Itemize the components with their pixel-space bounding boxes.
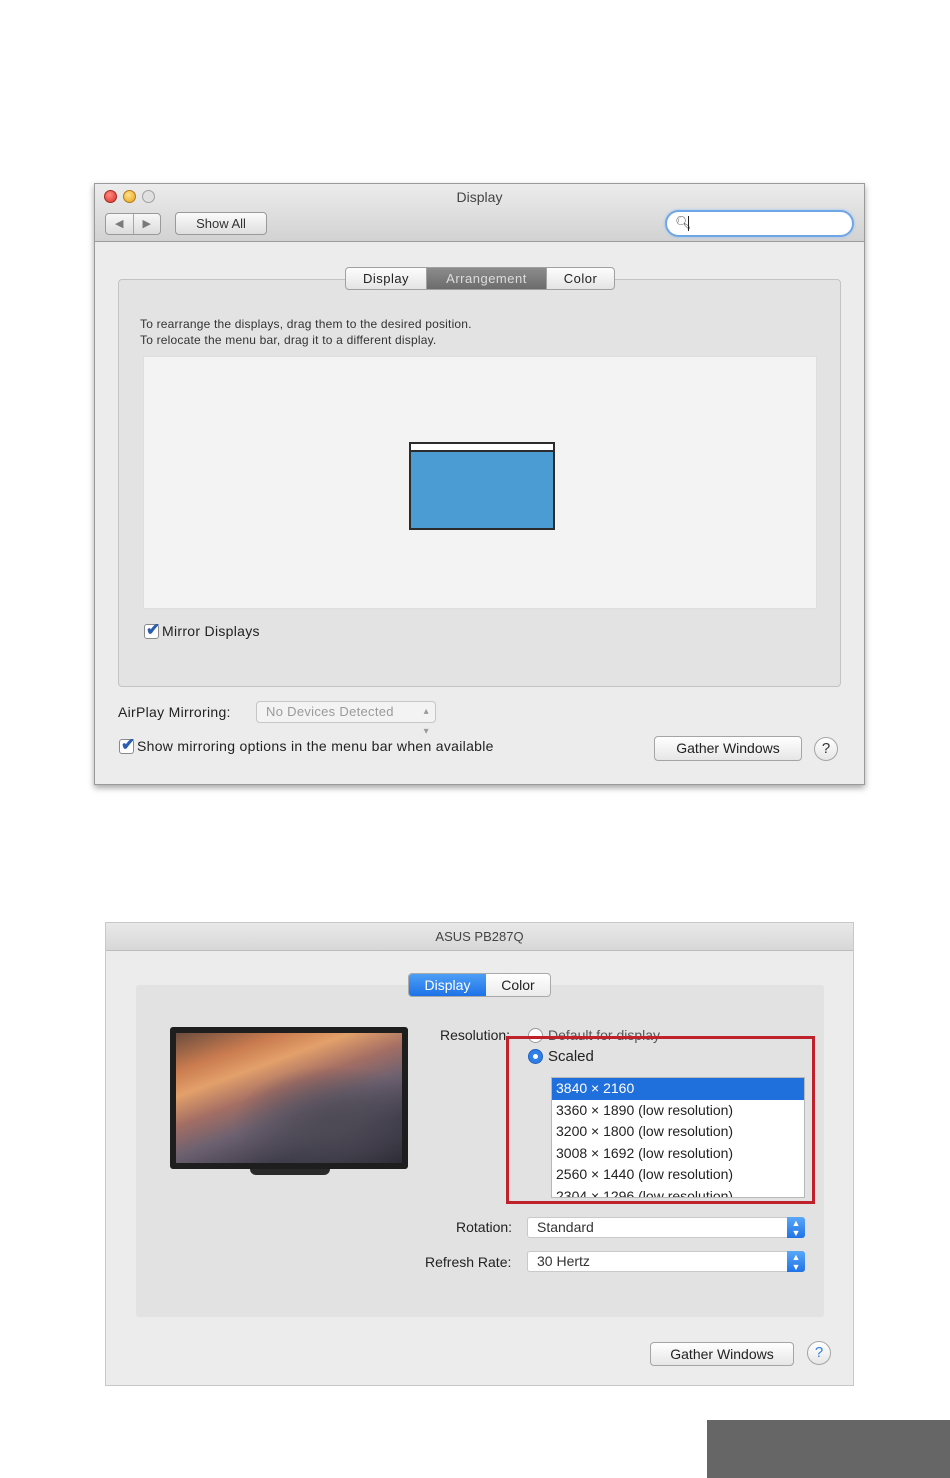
- tab-color[interactable]: Color: [486, 974, 550, 996]
- search-icon: 🔍︎: [675, 215, 692, 230]
- rotation-value: Standard: [537, 1219, 594, 1235]
- popup-arrows-icon: ▲ ▼: [787, 1251, 805, 1272]
- asus-display-window: ASUS PB287Q Display Color Resolution: De…: [105, 922, 854, 1386]
- airplay-value: No Devices Detected: [266, 704, 394, 719]
- airplay-mirroring-popup: No Devices Detected ▴ ▾: [256, 701, 436, 737]
- tab-arrangement[interactable]: Arrangement: [426, 268, 546, 289]
- refresh-rate-popup[interactable]: 30 Hertz ▲ ▼: [527, 1251, 805, 1272]
- menu-bar-strip[interactable]: [411, 444, 553, 452]
- show-mirroring-checkbox[interactable]: ✔: [119, 735, 135, 754]
- mirror-displays-checkbox[interactable]: ✔: [144, 620, 160, 639]
- text-caret: [688, 216, 689, 231]
- popup-arrows-icon: ▲ ▼: [787, 1217, 805, 1238]
- search-field[interactable]: 🔍︎: [665, 210, 854, 237]
- preference-tabs: Display Arrangement Color: [345, 267, 615, 290]
- forward-arrow-icon[interactable]: ▶: [134, 214, 161, 234]
- display-preferences-window: Display ◀ ▶ Show All 🔍︎ Display Arrangem…: [94, 183, 865, 785]
- help-button[interactable]: ?: [814, 737, 838, 761]
- tab-color[interactable]: Color: [546, 268, 614, 289]
- back-arrow-icon[interactable]: ◀: [106, 214, 134, 234]
- arrangement-pane: To rearrange the displays, drag them to …: [118, 279, 841, 687]
- airplay-mirroring-label: AirPlay Mirroring:: [118, 704, 231, 720]
- gather-windows-button[interactable]: Gather Windows: [650, 1342, 794, 1366]
- checkmark-icon: ✔: [121, 735, 136, 754]
- refresh-rate-label: Refresh Rate:: [425, 1254, 512, 1270]
- resolution-label: Resolution:: [440, 1027, 511, 1043]
- window-title: Display: [456, 189, 503, 205]
- help-button[interactable]: ?: [807, 1341, 831, 1365]
- display-thumbnail[interactable]: [409, 442, 555, 530]
- tab-display[interactable]: Display: [409, 974, 486, 996]
- display-arrangement-area: [143, 356, 817, 609]
- titlebar: Display ◀ ▶ Show All 🔍︎: [95, 184, 864, 242]
- back-forward-control: ◀ ▶: [105, 213, 161, 235]
- instruction-text: To relocate the menu bar, drag it to a d…: [140, 333, 437, 347]
- popup-arrows-icon: ▴ ▾: [423, 706, 429, 737]
- mirror-displays-label: Mirror Displays: [162, 623, 260, 639]
- instruction-text: To rearrange the displays, drag them to …: [140, 317, 472, 331]
- refresh-rate-value: 30 Hertz: [537, 1253, 590, 1269]
- page-corner-block: [707, 1420, 950, 1478]
- monitor-image: [170, 1027, 408, 1169]
- rotation-label: Rotation:: [456, 1219, 513, 1235]
- display-tabs: Display Color: [408, 973, 551, 997]
- monitor-stand: [250, 1169, 330, 1175]
- window-title: ASUS PB287Q: [106, 923, 853, 951]
- show-all-button[interactable]: Show All: [175, 212, 267, 235]
- gather-windows-button[interactable]: Gather Windows: [654, 736, 802, 761]
- show-mirroring-label: Show mirroring options in the menu bar w…: [137, 738, 494, 754]
- highlight-annotation-box: [506, 1036, 815, 1204]
- checkmark-icon: ✔: [146, 620, 161, 639]
- tab-display[interactable]: Display: [346, 268, 426, 289]
- rotation-popup[interactable]: Standard ▲ ▼: [527, 1217, 805, 1238]
- desktop-wallpaper: [176, 1033, 402, 1163]
